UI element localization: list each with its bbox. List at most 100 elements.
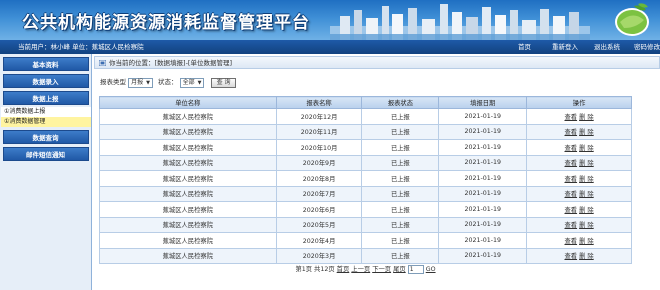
cell-report: 2020年9月 xyxy=(275,154,363,171)
cell-report: 2020年12月 xyxy=(275,108,363,125)
cell-status: 已上报 xyxy=(361,216,440,233)
pagination: 第1页 共12页 首页 上一页 下一页 尾页 1 GO xyxy=(99,264,632,276)
view-link[interactable]: 查看 xyxy=(564,191,577,198)
cell-unit: 蕉城区人民检察院 xyxy=(99,232,277,249)
sidebar-item-consumption-report[interactable]: ①消费数据上报 xyxy=(1,107,91,117)
page-number-input[interactable]: 1 xyxy=(407,264,424,274)
delete-link[interactable]: 删 除 xyxy=(579,191,594,198)
table-row: 蕉城区人民检察院 2020年9月 已上报 2021-01-19 查看删 除 xyxy=(99,154,632,171)
col-unit-name[interactable]: 单位名称 xyxy=(99,96,277,109)
table-row: 蕉城区人民检察院 2020年7月 已上报 2021-01-19 查看删 除 xyxy=(99,185,632,202)
cell-actions: 查看删 除 xyxy=(526,185,632,202)
menu-basic-info[interactable]: 基本资料 xyxy=(2,57,89,71)
cell-report: 2020年4月 xyxy=(275,232,363,249)
delete-link[interactable]: 删 除 xyxy=(579,222,594,229)
menu-data-query[interactable]: 数据查询 xyxy=(2,130,89,144)
cell-actions: 查看删 除 xyxy=(526,139,632,156)
delete-link[interactable]: 删 除 xyxy=(579,176,594,183)
delete-link[interactable]: 删 除 xyxy=(579,160,594,167)
chevron-down-icon: ▼ xyxy=(197,79,202,86)
cell-actions: 查看删 除 xyxy=(526,108,632,125)
cell-report: 2020年11月 xyxy=(275,123,363,140)
col-report-name[interactable]: 报表名称 xyxy=(275,96,363,109)
cell-status: 已上报 xyxy=(361,232,440,249)
cell-unit: 蕉城区人民检察院 xyxy=(99,185,277,202)
nav-home-link[interactable]: 首页 xyxy=(518,40,531,54)
sidebar-item-consumption-manage[interactable]: ①消费数据管理 xyxy=(1,117,91,127)
last-page-link[interactable]: 尾页 xyxy=(393,266,406,273)
cell-report: 2020年3月 xyxy=(275,247,363,264)
delete-link[interactable]: 删 除 xyxy=(579,145,594,152)
delete-link[interactable]: 删 除 xyxy=(579,238,594,245)
header-banner: 公共机构能源资源消耗监督管理平台 xyxy=(0,0,660,40)
cell-date: 2021-01-19 xyxy=(438,201,528,218)
nav-change-password-link[interactable]: 密码修改 xyxy=(634,40,660,54)
report-type-select[interactable]: 月报 ▼ xyxy=(128,77,153,88)
table-row: 蕉城区人民检察院 2020年6月 已上报 2021-01-19 查看删 除 xyxy=(99,201,632,218)
app-title: 公共机构能源资源消耗监督管理平台 xyxy=(22,13,310,33)
next-page-link[interactable]: 下一页 xyxy=(372,266,391,273)
cell-actions: 查看删 除 xyxy=(526,170,632,187)
col-report-status[interactable]: 报表状态 xyxy=(361,96,440,109)
view-link[interactable]: 查看 xyxy=(564,207,577,214)
delete-link[interactable]: 删 除 xyxy=(579,114,594,121)
view-link[interactable]: 查看 xyxy=(564,160,577,167)
cell-status: 已上报 xyxy=(361,247,440,264)
menu-data-entry[interactable]: 数据录入 xyxy=(2,74,89,88)
status-value: 全部 xyxy=(182,78,195,86)
view-link[interactable]: 查看 xyxy=(564,129,577,136)
query-button[interactable]: 查 询 xyxy=(210,77,237,88)
page-summary: 第1页 共12页 xyxy=(295,266,335,273)
nav-relogin-link[interactable]: 重新登入 xyxy=(552,40,578,54)
cell-report: 2020年7月 xyxy=(275,185,363,202)
cell-unit: 蕉城区人民检察院 xyxy=(99,154,277,171)
breadcrumb-text: 你当前的位置：[数据填报]-[单位数据管理] xyxy=(109,59,232,67)
cell-status: 已上报 xyxy=(361,139,440,156)
table-row: 蕉城区人民检察院 2020年5月 已上报 2021-01-19 查看删 除 xyxy=(99,216,632,233)
cell-actions: 查看删 除 xyxy=(526,247,632,264)
col-actions: 操作 xyxy=(526,96,632,109)
view-link[interactable]: 查看 xyxy=(564,222,577,229)
status-label: 状态： xyxy=(158,78,178,86)
menu-email-sms-notice[interactable]: 邮件短信通知 xyxy=(2,147,89,161)
col-fill-date[interactable]: 填报日期 xyxy=(438,96,528,109)
city-skyline-image xyxy=(330,4,590,40)
delete-link[interactable]: 删 除 xyxy=(579,253,594,260)
report-type-value: 月报 xyxy=(131,78,144,86)
view-link[interactable]: 查看 xyxy=(564,253,577,260)
view-link[interactable]: 查看 xyxy=(564,145,577,152)
cell-report: 2020年8月 xyxy=(275,170,363,187)
menu-data-report[interactable]: 数据上报 xyxy=(2,91,89,105)
delete-link[interactable]: 删 除 xyxy=(579,129,594,136)
filter-bar: 报表类型 月报 ▼ 状态： 全部 ▼ 查 询 xyxy=(100,77,237,88)
cell-actions: 查看删 除 xyxy=(526,154,632,171)
cell-date: 2021-01-19 xyxy=(438,247,528,264)
table-header-row: 单位名称 报表名称 报表状态 填报日期 操作 xyxy=(99,96,632,109)
status-select[interactable]: 全部 ▼ xyxy=(179,77,205,88)
cell-unit: 蕉城区人民检察院 xyxy=(99,108,277,125)
cell-status: 已上报 xyxy=(361,154,440,171)
cell-report: 2020年10月 xyxy=(275,139,363,156)
view-link[interactable]: 查看 xyxy=(564,238,577,245)
user-info-bar: 当前用户：林小峰 单位：蕉城区人民检察院 首页 重新登入 退出系统 密码修改 xyxy=(0,40,660,54)
go-button[interactable]: GO xyxy=(426,266,436,273)
cell-status: 已上报 xyxy=(361,170,440,187)
view-link[interactable]: 查看 xyxy=(564,114,577,121)
cell-actions: 查看删 除 xyxy=(526,216,632,233)
delete-link[interactable]: 删 除 xyxy=(579,207,594,214)
prev-page-link[interactable]: 上一页 xyxy=(351,266,370,273)
cell-date: 2021-01-19 xyxy=(438,232,528,249)
table-row: 蕉城区人民检察院 2020年12月 已上报 2021-01-19 查看删 除 xyxy=(99,108,632,125)
cell-unit: 蕉城区人民检察院 xyxy=(99,123,277,140)
first-page-link[interactable]: 首页 xyxy=(337,266,350,273)
table-row: 蕉城区人民检察院 2020年3月 已上报 2021-01-19 查看删 除 xyxy=(99,247,632,264)
report-table: 单位名称 报表名称 报表状态 填报日期 操作 蕉城区人民检察院 2020年12月… xyxy=(99,96,632,264)
cell-actions: 查看删 除 xyxy=(526,232,632,249)
view-link[interactable]: 查看 xyxy=(564,176,577,183)
location-icon xyxy=(99,60,106,66)
cell-date: 2021-01-19 xyxy=(438,216,528,233)
cell-date: 2021-01-19 xyxy=(438,154,528,171)
nav-logout-link[interactable]: 退出系统 xyxy=(594,40,620,54)
report-type-label: 报表类型 xyxy=(100,78,126,86)
cell-date: 2021-01-19 xyxy=(438,170,528,187)
